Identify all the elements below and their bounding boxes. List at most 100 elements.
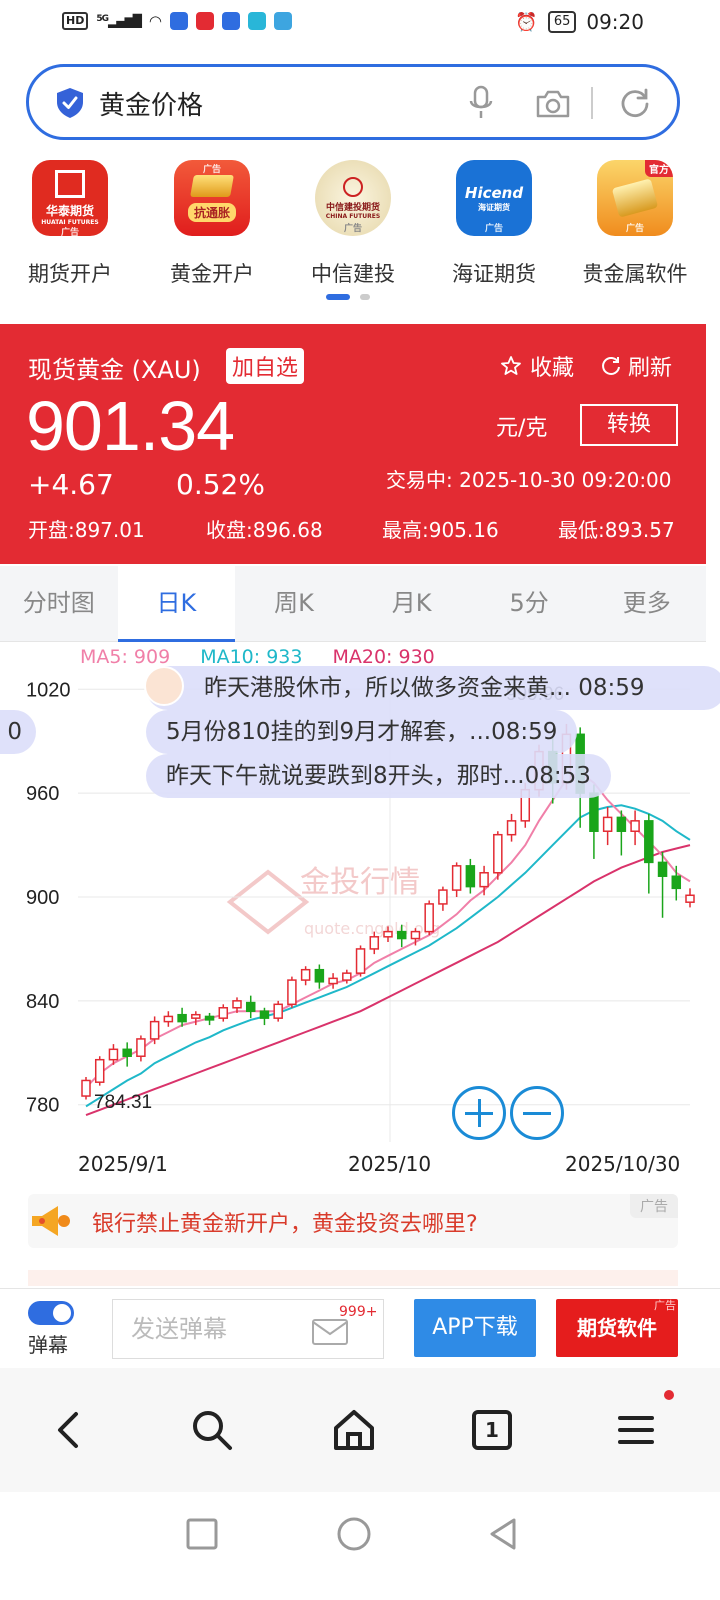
shortcut-item[interactable]: 官方 广告 贵金属软件	[575, 160, 695, 288]
candle-down	[245, 1001, 256, 1012]
user-avatar	[144, 666, 184, 706]
y-axis-label: 780	[26, 1095, 59, 1117]
tab-intraday[interactable]: 分时图	[0, 566, 118, 641]
shortcut-item[interactable]: 抗通胀 广告 黄金开户	[152, 160, 272, 288]
candle-up	[506, 820, 517, 836]
tab-monthly-k[interactable]: 月K	[353, 566, 471, 641]
camera-icon[interactable]	[535, 89, 571, 119]
candle-up	[273, 1003, 283, 1019]
candle-up	[479, 872, 489, 888]
app-notification-icon	[170, 12, 189, 30]
bottom-action-bar: 弹幕 999+ APP下载 期货软件 广告	[0, 1288, 720, 1368]
menu-icon[interactable]	[612, 1406, 660, 1454]
refresh-button[interactable]: 刷新	[600, 350, 672, 382]
search-icon[interactable]	[188, 1406, 236, 1454]
favorite-label: 收藏	[530, 356, 575, 381]
convert-button[interactable]: 转换	[580, 404, 678, 446]
tab-weekly-k[interactable]: 周K	[235, 566, 353, 641]
futures-software-button[interactable]: 期货软件 广告	[556, 1299, 678, 1357]
shortcut-item[interactable]: 华泰期货 HUATAI FUTURES 广告 期货开户	[10, 160, 130, 288]
microphone-icon[interactable]	[467, 85, 495, 121]
shortcut-grid: 华泰期货 HUATAI FUTURES 广告 期货开户 抗通胀 广告 黄金开户 …	[0, 160, 720, 300]
high-price: 最高:905.16	[382, 518, 499, 542]
candle-up	[232, 1000, 242, 1009]
add-watchlist-button[interactable]: 加自选	[226, 348, 305, 384]
candle-up	[410, 930, 421, 940]
futures-software-label: 期货软件	[577, 1316, 657, 1340]
candle-down	[122, 1048, 132, 1057]
ad-tag: 广告	[484, 224, 503, 234]
candle-up	[424, 903, 434, 933]
shortcut-label: 期货开户	[28, 262, 112, 286]
clock: 09:20	[586, 10, 644, 34]
candle-up	[108, 1048, 119, 1061]
zoom-in-button[interactable]	[452, 1086, 506, 1140]
danmu-input[interactable]	[131, 1312, 311, 1346]
x-axis-label: 2025/10	[348, 1152, 432, 1176]
refresh-icon[interactable]	[619, 87, 651, 119]
price-change: +4.67	[28, 468, 114, 501]
close-price: 收盘:896.68	[206, 518, 323, 542]
back-icon[interactable]	[46, 1406, 94, 1454]
candle-down	[465, 865, 476, 888]
notification-dot	[664, 1390, 674, 1400]
candle-up	[191, 1013, 201, 1019]
logo-mark	[343, 176, 363, 197]
candle-down	[644, 820, 654, 864]
alarm-icon: ⏰	[515, 11, 538, 33]
shortcut-icon-sub: 海证期货	[478, 202, 510, 212]
ma5-label: MA5: 909	[80, 646, 171, 668]
ad-tag: 广告	[630, 1194, 678, 1218]
battery-indicator: 65	[547, 11, 577, 33]
candle-up	[218, 1007, 229, 1019]
shortcut-icon-text: Hicend	[464, 183, 524, 202]
app-notification-icon	[196, 12, 215, 30]
app-download-button[interactable]: APP下载	[414, 1299, 536, 1357]
y-axis-label: 900	[26, 887, 59, 909]
y-axis-label: 1020	[26, 679, 71, 701]
ad-tag: 广告	[625, 224, 644, 234]
candle-up	[328, 977, 338, 985]
pagination-dots	[326, 294, 370, 300]
tab-more[interactable]: 更多	[588, 566, 706, 641]
candle-down	[259, 1010, 270, 1019]
system-navigation-bar	[0, 1492, 720, 1600]
signal-icon: 5G▂▄▆█	[96, 14, 142, 28]
shortcut-label: 黄金开户	[170, 262, 254, 286]
shortcut-label: 中信建投	[311, 262, 395, 286]
ma20-label: MA20: 930	[332, 646, 435, 668]
ad-banner[interactable]: 银行禁止黄金新开户，黄金投资去哪里? 广告	[28, 1194, 678, 1248]
precious-metal-app-icon: 官方 广告	[597, 160, 673, 236]
y-axis-label: 840	[26, 991, 59, 1013]
tabs-button[interactable]: 1	[472, 1410, 512, 1450]
official-tag: 官方	[645, 160, 673, 177]
kline-chart[interactable]: 金投行情quote.cngold.org1020960900840780999.…	[0, 642, 720, 1182]
tab-5min[interactable]: 5分	[470, 566, 588, 641]
danmu-input-box[interactable]: 999+	[112, 1299, 384, 1359]
tab-daily-k[interactable]: 日K	[117, 566, 236, 642]
shortcut-item[interactable]: 中信建投期货 CHINA FUTURES 广告 中信建投	[293, 160, 413, 288]
hd-indicator: HD	[62, 12, 89, 30]
ad-text[interactable]: 银行禁止黄金新开户，黄金投资去哪里?	[92, 1206, 478, 1238]
favorite-button[interactable]: 收藏	[500, 350, 574, 382]
instrument-title: 现货黄金 (XAU)	[28, 356, 201, 384]
shortcut-item[interactable]: Hicend 海证期货 广告 海证期货	[434, 160, 554, 288]
search-bar[interactable]: 黄金价格	[26, 64, 680, 140]
candle-up	[685, 894, 695, 903]
gold-bar-icon	[190, 174, 234, 197]
recent-apps-icon[interactable]	[182, 1514, 222, 1554]
x-axis-label: 2025/9/1	[78, 1152, 168, 1176]
candle-up	[149, 1020, 160, 1040]
app-notification-icon	[248, 12, 267, 30]
mail-icon[interactable]	[311, 1316, 349, 1346]
zoom-out-button[interactable]	[510, 1086, 564, 1140]
home-icon[interactable]	[330, 1406, 378, 1454]
trade-status: 交易中: 2025-10-30 09:20:00	[386, 468, 672, 492]
danmu-message: 5月份810挂的到9月才解套，...08:59	[146, 710, 578, 754]
danmu-message: 昨天港股休市，所以做多资金来黄... 08:59	[146, 666, 720, 710]
search-input[interactable]: 黄金价格	[99, 85, 203, 122]
tab-count: 1	[485, 1418, 499, 1442]
danmu-toggle[interactable]	[28, 1301, 74, 1325]
back-triangle-icon[interactable]	[484, 1514, 524, 1554]
home-circle-icon[interactable]	[334, 1514, 374, 1554]
